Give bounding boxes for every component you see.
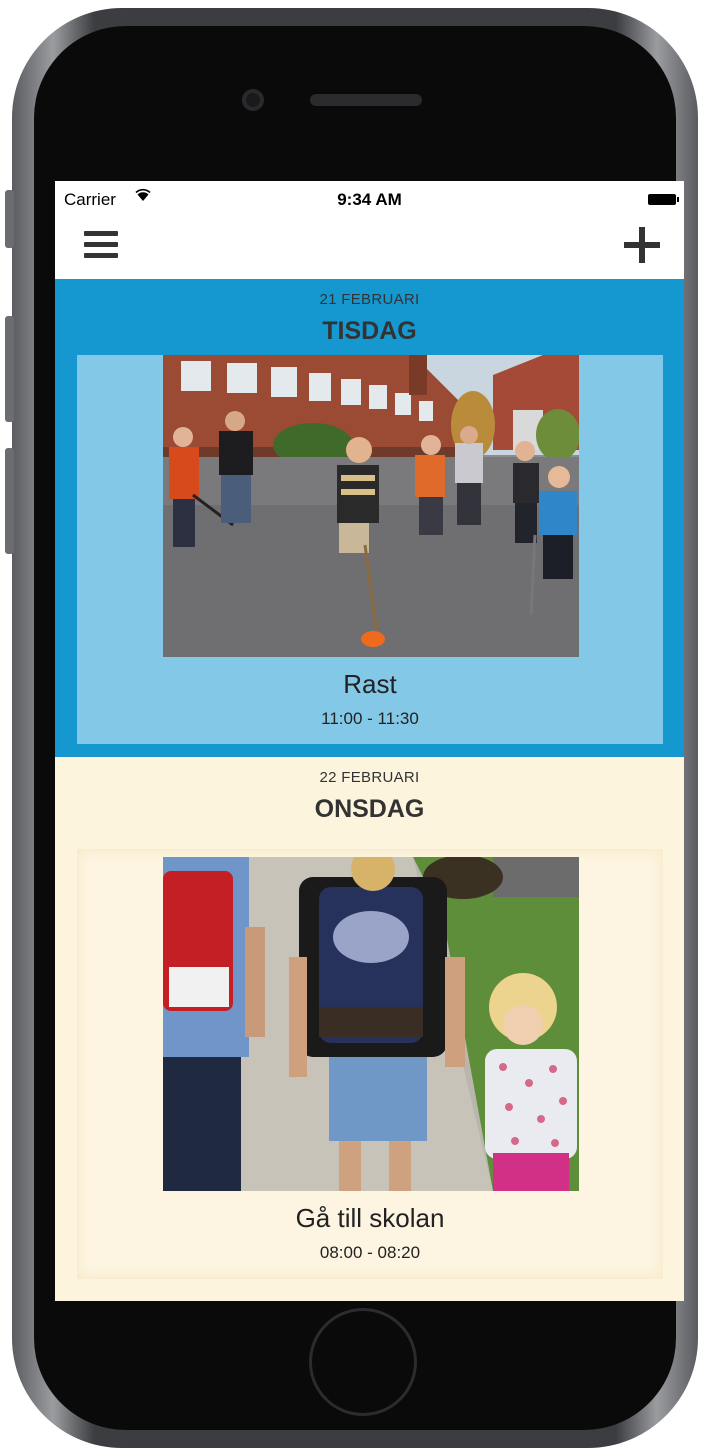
activity-card-ga-till-skolan[interactable]: Gå till skolan 08:00 - 08:20	[77, 849, 663, 1279]
status-bar: Carrier 9:34 AM	[55, 181, 684, 215]
status-time: 9:34 AM	[337, 190, 402, 209]
activity-title: Gå till skolan	[295, 1203, 445, 1233]
day-date: 22 FEBRUARI	[319, 769, 420, 786]
day-section-tisdag: 21 FEBRUARI TISDAG Rast 11:00 - 11:30	[55, 279, 684, 757]
hamburger-menu-icon[interactable]	[84, 231, 118, 259]
battery-icon	[648, 194, 679, 205]
day-section-onsdag: 22 FEBRUARI ONSDAG Gå till skolan 08:00 …	[55, 757, 684, 1301]
home-button[interactable]	[309, 1308, 417, 1416]
children-walking-to-school-photo	[163, 857, 579, 1191]
volume-up-button	[5, 316, 14, 422]
earpiece-speaker	[310, 94, 422, 106]
volume-down-button	[5, 448, 14, 554]
day-weekday: TISDAG	[322, 317, 417, 345]
plus-icon[interactable]	[624, 227, 660, 263]
children-playing-floorball-photo	[163, 355, 579, 657]
app-screen: Carrier 9:34 AM 21 FEBRUARI TISDAG Rast …	[55, 181, 684, 1301]
nav-bar	[55, 215, 684, 279]
activity-title: Rast	[343, 669, 397, 699]
mute-switch	[5, 190, 14, 248]
activity-time: 11:00 - 11:30	[321, 709, 419, 728]
front-camera	[242, 89, 264, 111]
activity-card-rast[interactable]: Rast 11:00 - 11:30	[77, 355, 663, 744]
day-date: 21 FEBRUARI	[319, 291, 420, 308]
day-weekday: ONSDAG	[314, 795, 425, 823]
activity-time: 08:00 - 08:20	[319, 1243, 421, 1262]
